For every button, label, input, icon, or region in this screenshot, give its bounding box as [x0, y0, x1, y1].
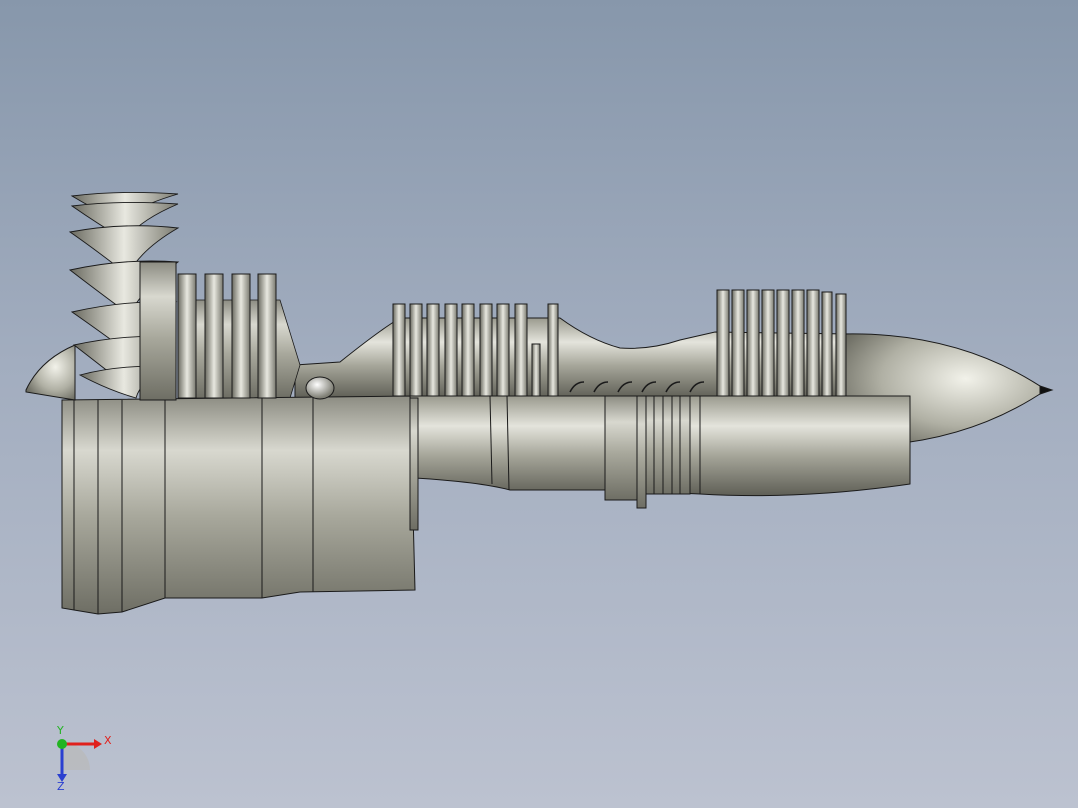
- graphics-viewport[interactable]: X Y Z: [0, 0, 1078, 808]
- axis-triad-icon: X Y Z: [56, 724, 112, 793]
- x-axis-label: X: [104, 734, 112, 747]
- z-axis-label: Z: [57, 780, 65, 793]
- turbofan-engine-model[interactable]: [0, 0, 1078, 808]
- y-axis-label: Y: [56, 724, 64, 737]
